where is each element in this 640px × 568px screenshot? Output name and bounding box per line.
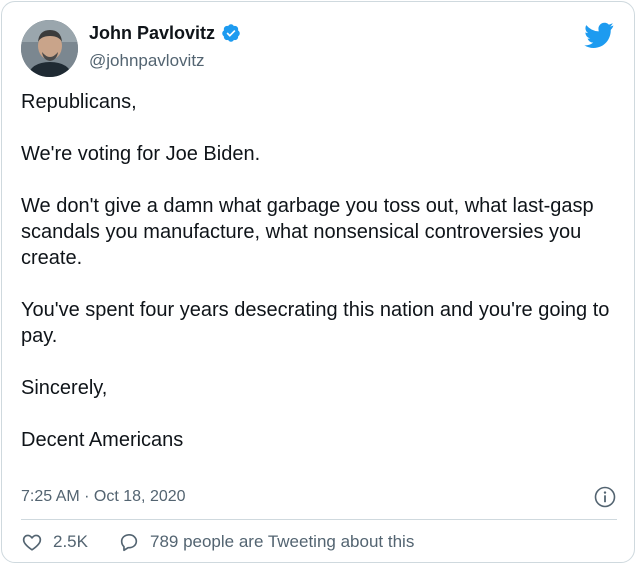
twitter-bird-icon[interactable]	[584, 22, 614, 48]
conversation-button[interactable]: 789 people are Tweeting about this	[118, 531, 414, 553]
tweet-text: Republicans, We're voting for Joe Biden.…	[21, 89, 621, 453]
info-icon[interactable]	[593, 485, 617, 509]
tweet-paragraph: You've spent four years desecrating this…	[21, 299, 615, 347]
heart-icon	[21, 531, 43, 553]
speech-bubble-icon	[118, 531, 140, 553]
tweet-paragraph: Republicans,	[21, 91, 137, 113]
tweet-paragraph: Decent Americans	[21, 429, 184, 451]
like-button[interactable]: 2.5K	[21, 531, 88, 553]
author-handle[interactable]: @johnpavlovitz	[89, 50, 205, 72]
like-count: 2.5K	[53, 532, 88, 551]
verified-badge-icon	[221, 23, 241, 43]
tweet-paragraph: Sincerely,	[21, 377, 108, 399]
author-display-name[interactable]: John Pavlovitz	[89, 22, 215, 44]
conversation-text: 789 people are Tweeting about this	[149, 532, 415, 551]
avatar[interactable]	[21, 20, 78, 77]
divider	[21, 519, 617, 520]
tweet-timestamp[interactable]: 7:25 AM · Oct 18, 2020	[21, 486, 186, 508]
tweet-card[interactable]: John Pavlovitz @johnpavlovitz Republican…	[1, 1, 635, 563]
tweet-paragraph: We don't give a damn what garbage you to…	[21, 195, 600, 269]
tweet-actions: 2.5K 789 people are Tweeting about this	[21, 531, 414, 553]
tweet-paragraph: We're voting for Joe Biden.	[21, 143, 261, 165]
